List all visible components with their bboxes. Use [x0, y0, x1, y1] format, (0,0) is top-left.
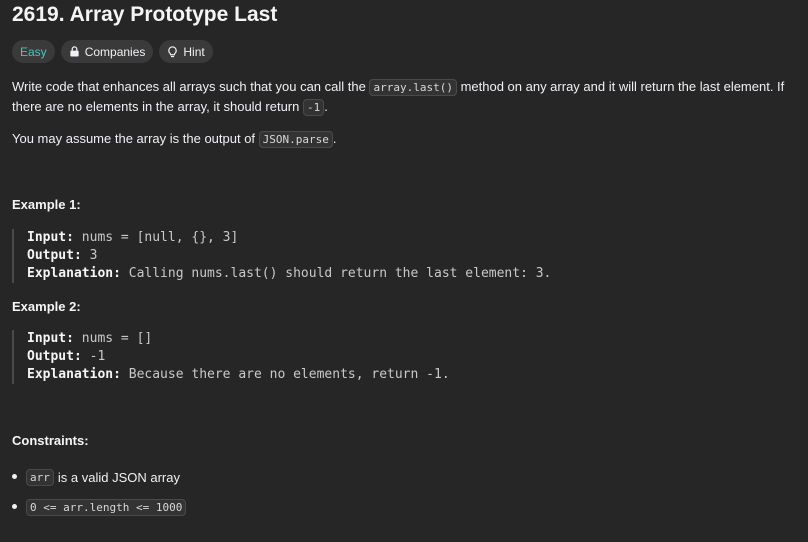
inline-code: arr — [26, 468, 54, 486]
example-input: Input: nums = [] — [27, 331, 153, 346]
example-2-block: Input: nums = [] Output: -1 Explanation:… — [12, 330, 792, 384]
example-1-block: Input: nums = [null, {}, 3] Output: 3 Ex… — [12, 229, 792, 283]
inline-code: -1 — [302, 99, 325, 116]
example-explanation: Explanation: Because there are no elemen… — [27, 367, 450, 382]
hint-label: Hint — [183, 44, 205, 59]
problem-description: 2619. Array Prototype Last Easy Companie… — [12, 0, 802, 542]
bullet — [12, 504, 17, 509]
difficulty-label: Easy — [20, 44, 47, 59]
example-explanation: Explanation: Calling nums.last() should … — [27, 266, 552, 281]
description-paragraph-1: Write code that enhances all arrays such… — [12, 79, 785, 116]
companies-button[interactable]: Companies — [60, 40, 154, 63]
example-output: Output: 3 — [27, 248, 98, 263]
inline-code: 0 <= arr.length <= 1000 — [26, 498, 187, 516]
bullet — [12, 474, 17, 479]
lightbulb-icon — [167, 45, 178, 58]
hint-button[interactable]: Hint — [159, 40, 213, 63]
problem-title: 2619. Array Prototype Last — [12, 3, 278, 26]
difficulty-badge: Easy — [12, 40, 55, 63]
inline-code: JSON.parse — [258, 131, 333, 148]
companies-label: Companies — [84, 44, 146, 59]
constraints-heading: Constraints: — [12, 433, 89, 448]
example-output: Output: -1 — [27, 349, 106, 364]
constraints-list: arr is a valid JSON array 0 <= arr.lengt… — [12, 462, 792, 522]
example-2-heading: Example 2: — [12, 299, 81, 314]
list-item: arr is a valid JSON array — [12, 462, 792, 492]
description-paragraph-2: You may assume the array is the output o… — [12, 131, 337, 148]
tag-row: Easy Companies Hint — [12, 40, 213, 63]
example-1-heading: Example 1: — [12, 197, 81, 212]
inline-code: array.last() — [369, 79, 457, 96]
list-item: 0 <= arr.length <= 1000 — [12, 492, 792, 522]
example-input: Input: nums = [null, {}, 3] — [27, 230, 239, 245]
lock-icon — [69, 46, 80, 57]
